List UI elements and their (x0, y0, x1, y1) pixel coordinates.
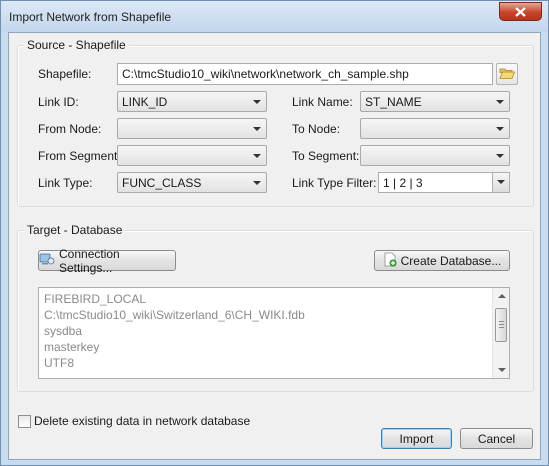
to-node-select[interactable] (360, 118, 510, 139)
from-node-select[interactable] (117, 118, 267, 139)
delete-existing-checkbox[interactable] (18, 415, 31, 428)
source-group-title: Source - Shapefile (24, 38, 129, 52)
chevron-down-icon (253, 127, 261, 131)
browse-shapefile-button[interactable] (496, 63, 518, 85)
connection-info-line: masterkey (44, 340, 100, 354)
link-type-value: FUNC_CLASS (122, 176, 202, 190)
link-id-select[interactable]: LINK_ID (117, 91, 267, 112)
connection-info-scrollbar[interactable] (492, 288, 509, 378)
window-title: Import Network from Shapefile (9, 10, 172, 24)
connection-info-line: C:\tmcStudio10_wiki\Switzerland_6\CH_WIK… (44, 308, 305, 322)
to-segment-label: To Segment: (292, 149, 360, 163)
link-type-label: Link Type: (38, 176, 93, 190)
chevron-down-icon (496, 154, 504, 158)
connection-info-line: UTF8 (44, 356, 74, 370)
from-segment-select[interactable] (117, 145, 267, 166)
chevron-down-icon (496, 127, 504, 131)
shapefile-path-field[interactable]: C:\tmcStudio10_wiki\network\network_ch_s… (117, 63, 493, 85)
to-segment-select[interactable] (360, 145, 510, 166)
create-database-label: Create Database... (400, 253, 502, 268)
chevron-down-icon (253, 181, 261, 185)
dialog-body: Source - Shapefile Shapefile: C:\tmcStud… (8, 32, 541, 460)
target-database-group: Target - Database Connection Settings... (17, 223, 534, 392)
cancel-button[interactable]: Cancel (460, 428, 533, 449)
link-type-filter-value[interactable]: 1 | 2 | 3 (383, 176, 423, 190)
scrollbar-thumb[interactable] (495, 308, 507, 342)
link-type-select[interactable]: FUNC_CLASS (117, 172, 267, 193)
link-name-value: ST_NAME (365, 95, 422, 109)
link-type-filter-dropdown-button[interactable] (492, 173, 509, 192)
chevron-down-icon (253, 154, 261, 158)
chevron-down-icon (496, 100, 504, 104)
close-button[interactable] (499, 2, 542, 21)
create-database-icon (383, 252, 397, 270)
folder-open-icon (499, 66, 516, 83)
connection-info-line: sysdba (44, 324, 83, 338)
create-database-button[interactable]: Create Database... (374, 250, 510, 271)
title-bar[interactable]: Import Network from Shapefile (1, 1, 548, 32)
connection-info-line: FIREBIRD_LOCAL (44, 292, 147, 306)
shapefile-label: Shapefile: (38, 67, 92, 81)
connection-settings-label: Connection Settings... (59, 246, 120, 275)
link-name-label: Link Name: (292, 95, 353, 109)
connection-info-list[interactable]: FIREBIRD_LOCAL C:\tmcStudio10_wiki\Switz… (38, 287, 510, 379)
link-type-filter-label: Link Type Filter: (292, 176, 377, 190)
connection-settings-button[interactable]: Connection Settings... (38, 247, 176, 275)
to-node-label: To Node: (292, 122, 341, 136)
link-name-select[interactable]: ST_NAME (360, 91, 510, 112)
source-shapefile-group: Source - Shapefile Shapefile: C:\tmcStud… (17, 38, 534, 207)
scroll-down-icon[interactable] (498, 368, 506, 372)
from-segment-label: From Segment: (38, 149, 121, 163)
scroll-up-icon[interactable] (498, 294, 506, 298)
chevron-down-icon (497, 180, 505, 184)
delete-existing-label: Delete existing data in network database (34, 414, 251, 428)
connection-settings-icon (39, 252, 55, 269)
chevron-down-icon (253, 100, 261, 104)
import-button[interactable]: Import (381, 428, 452, 449)
from-node-label: From Node: (38, 122, 102, 136)
link-id-value: LINK_ID (122, 95, 168, 109)
link-id-label: Link ID: (38, 95, 79, 109)
close-x-icon (515, 6, 526, 17)
link-type-filter-combo[interactable]: 1 | 2 | 3 (378, 172, 510, 193)
target-group-title: Target - Database (24, 223, 126, 237)
import-network-dialog: Import Network from Shapefile Source - S… (0, 0, 549, 466)
